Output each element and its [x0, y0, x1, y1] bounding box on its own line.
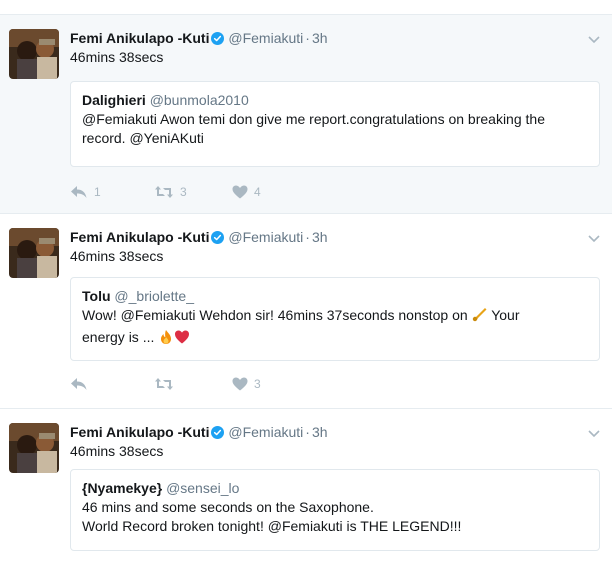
chevron-down-icon[interactable]	[588, 31, 600, 49]
like-count: 3	[254, 377, 261, 391]
author-name[interactable]: Femi Anikulapo -Kuti	[70, 30, 209, 46]
retweet-icon	[154, 185, 174, 199]
quoted-tweet[interactable]: Tolu @_briolette_ Wow! @Femiakuti Wehdon…	[70, 277, 600, 361]
author-name[interactable]: Femi Anikulapo -Kuti	[70, 229, 209, 245]
separator-dot: ·	[305, 229, 310, 245]
tweet-header: Femi Anikulapo -Kuti @Femiakuti · 3h	[70, 229, 328, 247]
avatar[interactable]	[9, 423, 59, 473]
verified-badge-icon	[211, 231, 225, 247]
reply-icon	[70, 185, 88, 199]
tweet[interactable]: Femi Anikulapo -Kuti @Femiakuti · 3h 46min…	[0, 409, 612, 565]
author-handle[interactable]: @Femiakuti	[228, 30, 303, 46]
fire-emoji	[158, 329, 174, 350]
author-name[interactable]: Femi Anikulapo -Kuti	[70, 424, 209, 440]
tweet-text: 46mins 38secs	[70, 443, 164, 459]
reply-icon	[70, 377, 88, 391]
quoted-text-line: @Femiakuti Awon temi don give me report.…	[82, 111, 545, 127]
timestamp[interactable]: 3h	[312, 424, 328, 440]
retweet-button[interactable]	[154, 377, 180, 391]
tweet-text: 46mins 38secs	[70, 49, 164, 65]
timestamp[interactable]: 3h	[312, 229, 328, 245]
avatar[interactable]	[9, 228, 59, 278]
author-handle[interactable]: @Femiakuti	[228, 229, 303, 245]
tweet-header: Femi Anikulapo -Kuti @Femiakuti · 3h	[70, 424, 328, 442]
tweet-header: Femi Anikulapo -Kuti @Femiakuti · 3h	[70, 30, 328, 48]
timestamp[interactable]: 3h	[312, 30, 328, 46]
quoted-author-handle: @sensei_lo	[166, 480, 240, 496]
quoted-text-segment: Wow! @Femiakuti Wehdon sir! 46mins 37sec…	[82, 307, 472, 323]
verified-badge-icon	[211, 32, 225, 48]
quoted-author-name: Tolu	[82, 288, 111, 304]
retweet-count: 3	[180, 185, 187, 199]
like-count: 4	[254, 185, 261, 199]
retweet-icon	[154, 377, 174, 391]
quoted-tweet[interactable]: {Nyamekye} @sensei_lo 46 mins and some s…	[70, 469, 600, 551]
quoted-text-segment: energy is ...	[82, 329, 159, 345]
saxophone-emoji	[472, 307, 488, 328]
chevron-down-icon[interactable]	[588, 425, 600, 443]
heart-icon	[232, 185, 248, 199]
like-button[interactable]: 4	[232, 185, 261, 199]
reply-button[interactable]	[70, 377, 94, 391]
retweet-button[interactable]: 3	[154, 185, 187, 199]
quoted-text-line: 46 mins and some seconds on the Saxophon…	[82, 499, 374, 515]
separator-dot: ·	[305, 30, 310, 46]
quoted-tweet[interactable]: Dalighieri @bunmola2010 @Femiakuti Awon …	[70, 81, 600, 167]
author-handle[interactable]: @Femiakuti	[228, 424, 303, 440]
reply-count: 1	[94, 185, 101, 199]
heart-icon	[232, 377, 248, 391]
verified-badge-icon	[211, 426, 225, 442]
tweet-text: 46mins 38secs	[70, 248, 164, 264]
red-heart-emoji	[174, 329, 190, 350]
quoted-text-line: World Record broken tonight! @Femiakuti …	[82, 518, 462, 534]
tweet[interactable]: Femi Anikulapo -Kuti @Femiakuti · 3h 46min…	[0, 14, 612, 214]
quoted-author-name: {Nyamekye}	[82, 480, 163, 496]
quoted-text-line: record. @YeniAKuti	[82, 130, 204, 146]
chevron-down-icon[interactable]	[588, 230, 600, 248]
quoted-text-segment: Your	[487, 307, 520, 323]
separator-dot: ·	[305, 424, 310, 440]
quoted-author-name: Dalighieri	[82, 92, 146, 108]
quoted-author-handle: @bunmola2010	[149, 92, 249, 108]
tweet[interactable]: Femi Anikulapo -Kuti @Femiakuti · 3h 46min…	[0, 214, 612, 409]
reply-button[interactable]: 1	[70, 185, 101, 199]
quoted-author-handle: @_briolette_	[114, 288, 194, 304]
avatar[interactable]	[9, 29, 59, 79]
like-button[interactable]: 3	[232, 377, 261, 391]
timeline: Femi Anikulapo -Kuti @Femiakuti · 3h 46min…	[0, 0, 612, 565]
